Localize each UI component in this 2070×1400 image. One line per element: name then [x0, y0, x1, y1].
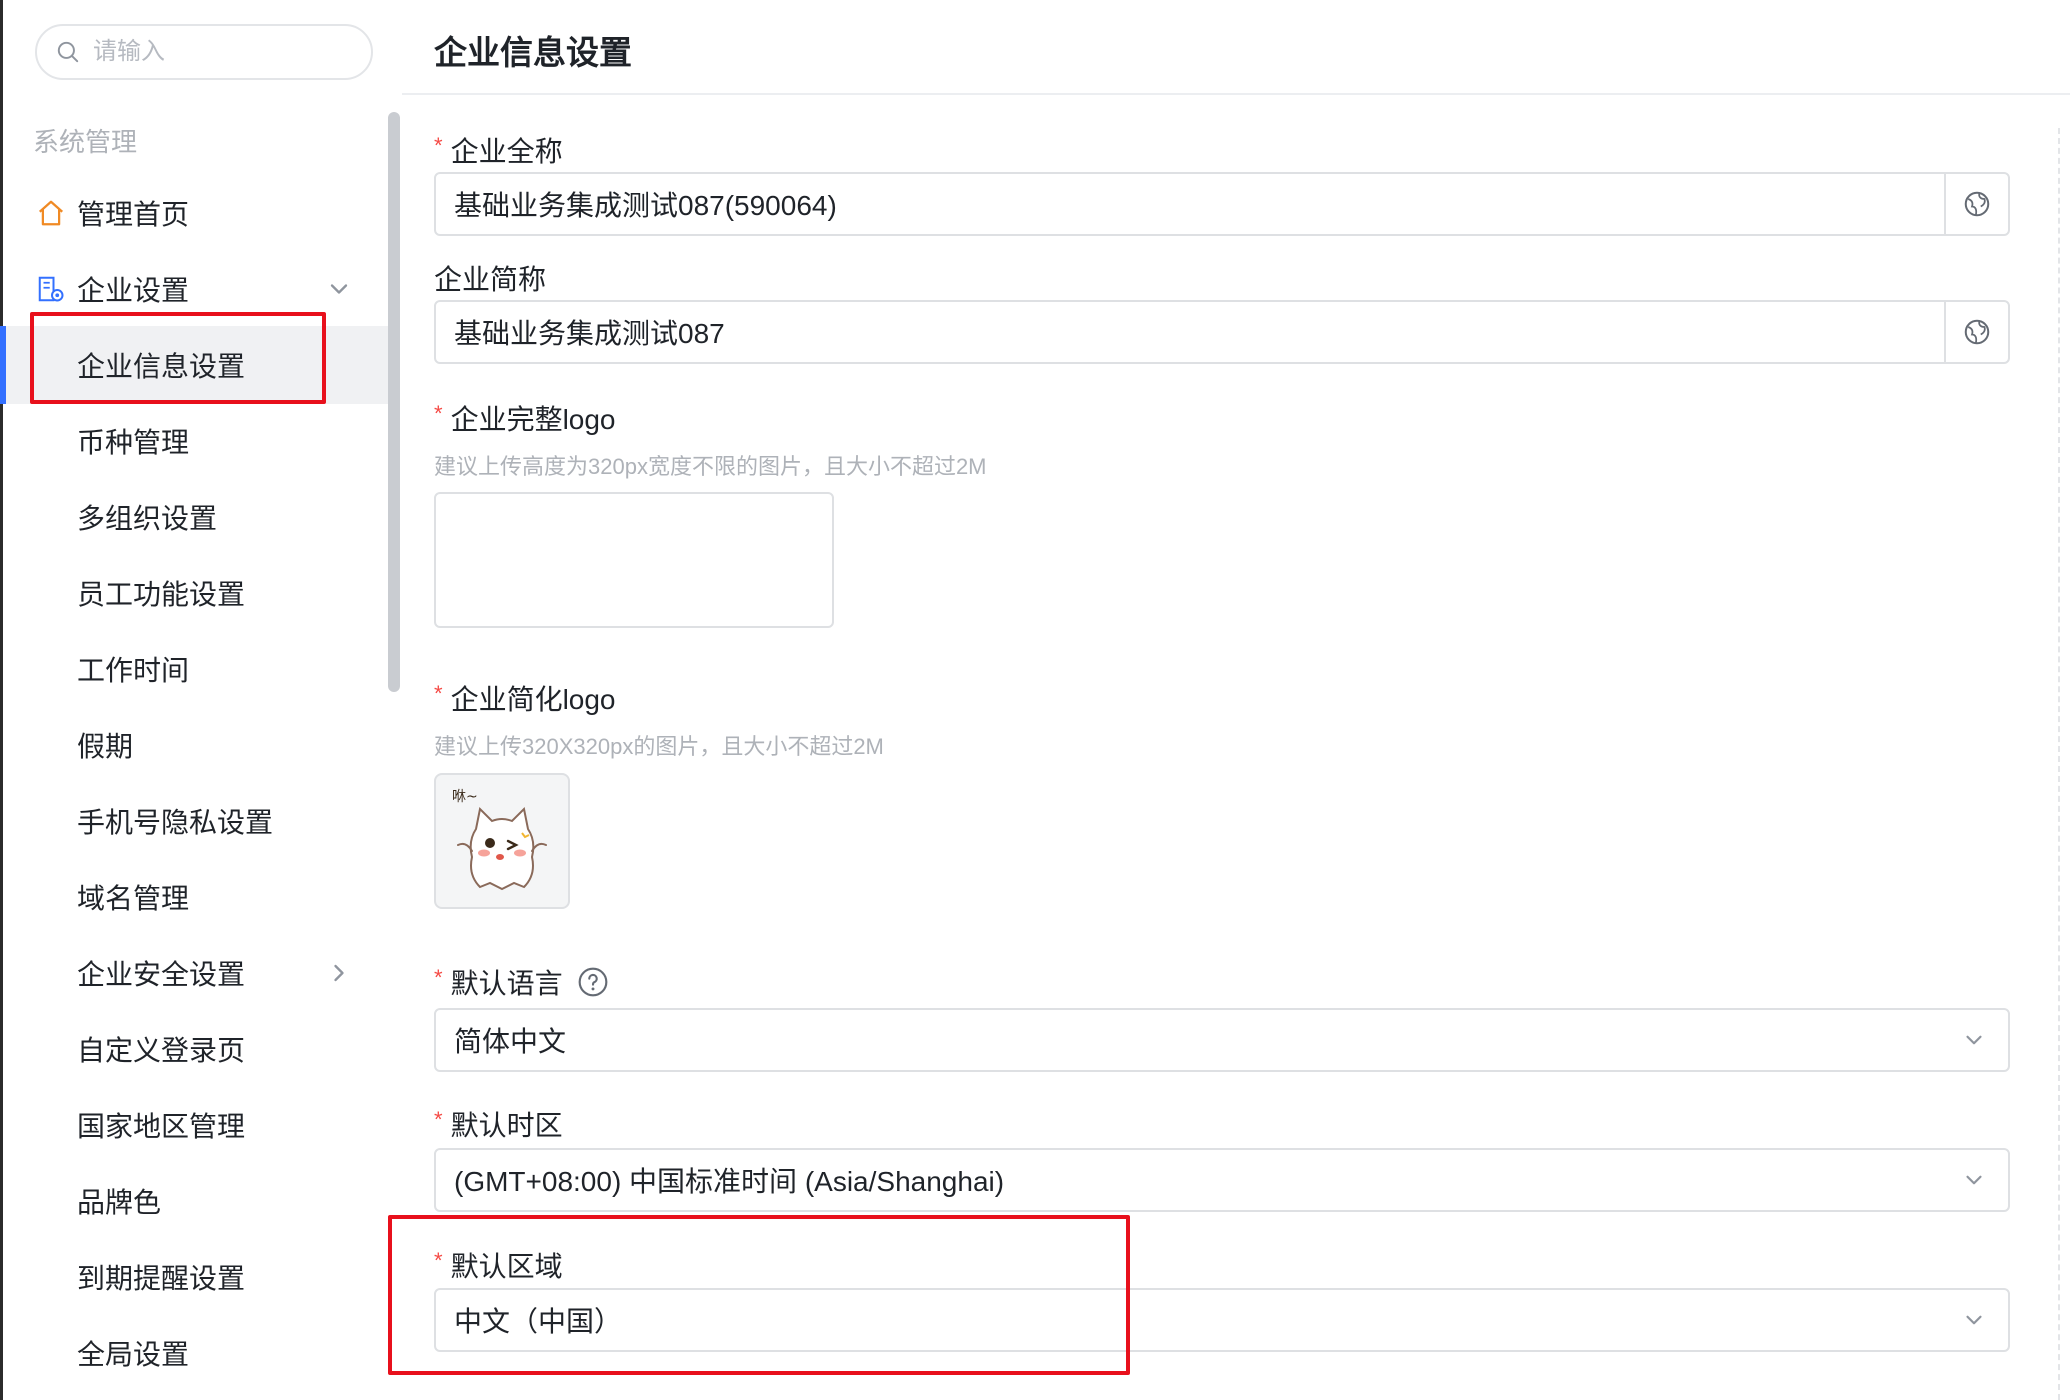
globe-icon	[1964, 191, 1990, 217]
chevron-down-icon	[1954, 1160, 1994, 1200]
language-value: 简体中文	[454, 1026, 567, 1057]
sidebar-item-label: 企业信息设置	[77, 351, 246, 382]
sidebar-scrollbar[interactable]	[388, 112, 400, 692]
globe-icon	[1964, 319, 1990, 345]
sidebar-item-home[interactable]: 管理首页	[3, 183, 393, 243]
short-name-label: 企业简称	[434, 264, 547, 295]
required-mark: *	[434, 1107, 443, 1132]
language-select[interactable]: 简体中文	[434, 1008, 2010, 1072]
sidebar-item-label: 多组织设置	[77, 503, 218, 534]
full-logo-label: * 企业完整logo	[434, 401, 616, 435]
sidebar-item-label: 到期提醒设置	[77, 1263, 246, 1294]
sidebar-item-custom-login[interactable]: 自定义登录页	[3, 1019, 393, 1079]
full-name-field[interactable]: 基础业务集成测试087(590064)	[434, 172, 2010, 236]
sidebar-item-work-hours[interactable]: 工作时间	[3, 639, 393, 699]
chevron-down-icon[interactable]	[325, 275, 353, 303]
enterprise-settings-icon	[35, 273, 67, 305]
sidebar-item-label: 手机号隐私设置	[77, 807, 274, 838]
sidebar: 系统管理 管理首页 企业设置 企业信息设置 币种管理 多组织设置 员工功能设置 …	[3, 0, 400, 1400]
timezone-select[interactable]: (GMT+08:00) 中国标准时间 (Asia/Shanghai)	[434, 1148, 2010, 1212]
sidebar-item-label: 全局设置	[77, 1339, 190, 1370]
full-logo-hint: 建议上传高度为320px宽度不限的图片，且大小不超过2M	[434, 454, 987, 479]
home-icon	[35, 197, 67, 229]
required-mark: *	[434, 133, 443, 158]
sidebar-item-global-settings[interactable]: 全局设置	[3, 1323, 393, 1383]
chevron-right-icon[interactable]	[325, 959, 353, 987]
short-name-field[interactable]: 基础业务集成测试087	[434, 300, 2010, 364]
sidebar-item-label: 管理首页	[77, 199, 190, 230]
sidebar-item-label: 币种管理	[77, 427, 190, 458]
sidebar-item-multi-org[interactable]: 多组织设置	[3, 487, 393, 547]
region-select[interactable]: 中文（中国）	[434, 1288, 2010, 1352]
chevron-down-icon	[1954, 1300, 1994, 1340]
cat-logo-image: 咻~	[452, 789, 547, 891]
simple-logo-upload[interactable]: 咻~	[434, 773, 570, 909]
sidebar-item-enterprise-info[interactable]: 企业信息设置	[3, 326, 393, 404]
required-mark: *	[434, 965, 443, 990]
chevron-down-icon	[1954, 1020, 1994, 1060]
full-name-label: * 企业全称	[434, 133, 563, 167]
required-mark: *	[434, 1248, 443, 1273]
translate-button[interactable]	[1944, 174, 2008, 234]
language-label: * 默认语言	[434, 962, 609, 1002]
short-name-value[interactable]: 基础业务集成测试087	[436, 312, 1944, 352]
search-icon	[57, 41, 79, 63]
sidebar-section-title: 系统管理	[33, 127, 138, 157]
sidebar-item-holidays[interactable]: 假期	[3, 715, 393, 775]
sidebar-item-phone-privacy[interactable]: 手机号隐私设置	[3, 791, 393, 851]
sidebar-item-label: 企业设置	[77, 275, 190, 306]
timezone-label: * 默认时区	[434, 1107, 563, 1141]
sidebar-item-expiry-reminder[interactable]: 到期提醒设置	[3, 1247, 393, 1307]
sidebar-item-domain[interactable]: 域名管理	[3, 867, 393, 927]
sidebar-item-employee-functions[interactable]: 员工功能设置	[3, 563, 393, 623]
full-name-value[interactable]: 基础业务集成测试087(590064)	[436, 184, 1944, 224]
sidebar-item-label: 域名管理	[77, 883, 190, 914]
sidebar-item-brand-color[interactable]: 品牌色	[3, 1171, 393, 1231]
logo-image-text: 咻~	[452, 789, 478, 805]
sidebar-item-enterprise-settings[interactable]: 企业设置	[3, 259, 393, 319]
sidebar-item-label: 假期	[77, 731, 134, 762]
sidebar-item-label: 国家地区管理	[77, 1111, 246, 1142]
full-logo-upload[interactable]	[434, 492, 834, 628]
timezone-value: (GMT+08:00) 中国标准时间 (Asia/Shanghai)	[454, 1166, 1005, 1197]
sidebar-item-security[interactable]: 企业安全设置	[3, 943, 393, 1003]
sidebar-item-currency[interactable]: 币种管理	[3, 411, 393, 471]
content-header: 企业信息设置	[402, 0, 2070, 95]
search-input[interactable]	[93, 38, 333, 66]
simple-logo-hint: 建议上传320X320px的图片，且大小不超过2M	[434, 734, 884, 759]
sidebar-item-label: 企业安全设置	[77, 959, 246, 990]
sidebar-item-label: 工作时间	[77, 655, 190, 686]
translate-button[interactable]	[1944, 302, 2008, 362]
sidebar-item-country-region[interactable]: 国家地区管理	[3, 1095, 393, 1155]
required-mark: *	[434, 401, 443, 426]
region-value: 中文（中国）	[454, 1306, 623, 1337]
content-divider	[2058, 128, 2060, 1400]
required-mark: *	[434, 681, 443, 706]
help-icon[interactable]	[577, 966, 609, 998]
sidebar-search[interactable]	[35, 24, 373, 80]
sidebar-item-label: 自定义登录页	[77, 1035, 246, 1066]
sidebar-item-label: 员工功能设置	[77, 579, 246, 610]
simple-logo-label: * 企业简化logo	[434, 681, 616, 715]
region-label: * 默认区域	[434, 1248, 563, 1282]
sidebar-item-label: 品牌色	[77, 1187, 162, 1218]
active-indicator	[0, 326, 6, 404]
page-title: 企业信息设置	[434, 34, 632, 71]
